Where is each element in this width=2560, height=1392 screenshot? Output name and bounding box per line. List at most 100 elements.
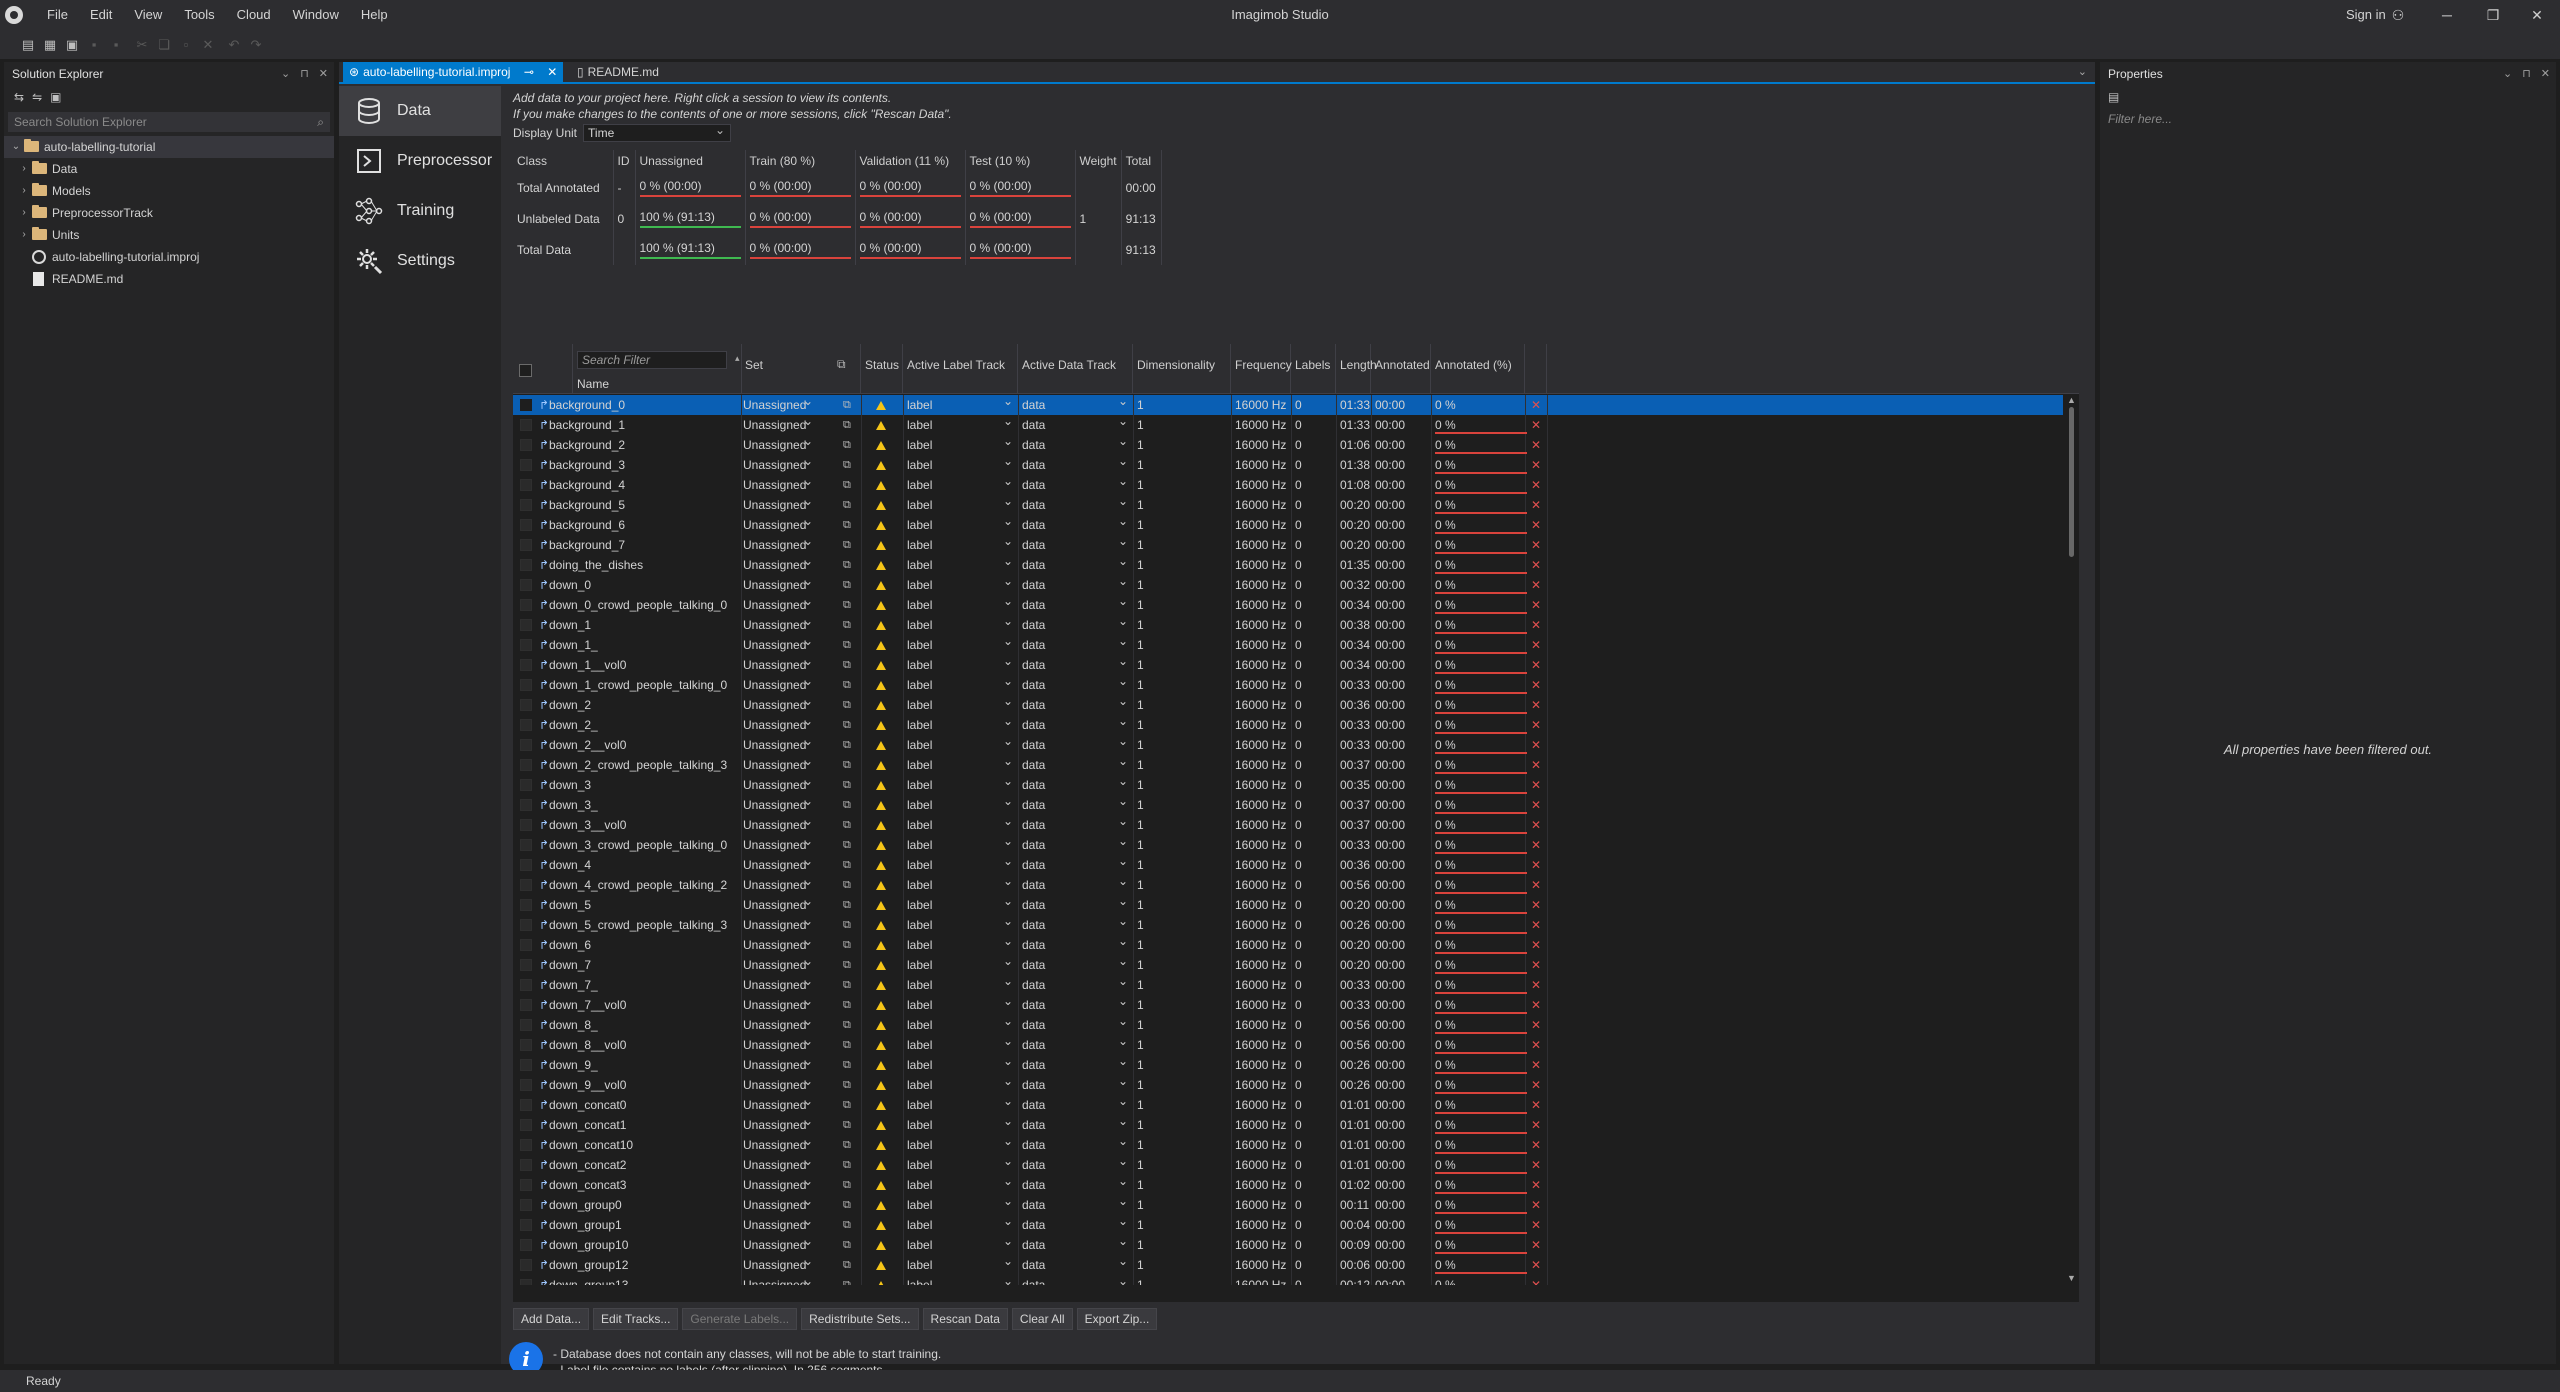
label-track-select[interactable]: label	[907, 1051, 1017, 1075]
set-select[interactable]: Unassigned	[743, 1271, 815, 1285]
remove-icon[interactable]: ✕	[1531, 955, 1541, 975]
row-checkbox[interactable]	[520, 619, 532, 631]
tab-project[interactable]: ⊛ auto-labelling-tutorial.improj ⊸ ✕	[343, 62, 564, 82]
table-row[interactable]: ↱down_group10Unassigned⧉labeldata116000 …	[513, 1231, 2063, 1255]
table-row[interactable]: ↱down_6Unassigned⧉labeldata116000 Hz000:…	[513, 931, 2063, 955]
lock-icon[interactable]: ⧉	[843, 1235, 851, 1255]
remove-icon[interactable]: ✕	[1531, 1215, 1541, 1235]
data-track-select[interactable]: data	[1022, 671, 1132, 695]
lock-icon[interactable]: ⧉	[843, 675, 851, 695]
lock-icon[interactable]: ⧉	[843, 935, 851, 955]
remove-icon[interactable]: ✕	[1531, 455, 1541, 475]
data-track-select[interactable]: data	[1022, 991, 1132, 1015]
table-row[interactable]: ↱background_2Unassigned⧉labeldata116000 …	[513, 431, 2063, 455]
table-row[interactable]: ↱background_5Unassigned⧉labeldata116000 …	[513, 491, 2063, 515]
edit-tracks-button[interactable]: Edit Tracks...	[593, 1308, 679, 1330]
header-name[interactable]: Name	[577, 377, 609, 391]
export-zip-button[interactable]: Export Zip...	[1076, 1308, 1158, 1330]
table-row[interactable]: ↱down_8_Unassigned⧉labeldata116000 Hz000…	[513, 1011, 2063, 1035]
label-track-select[interactable]: label	[907, 451, 1017, 475]
remove-icon[interactable]: ✕	[1531, 575, 1541, 595]
row-checkbox[interactable]	[520, 739, 532, 751]
menu-help[interactable]: Help	[350, 0, 399, 30]
sort-icon[interactable]: ▴	[735, 353, 740, 364]
header-annotated-pct[interactable]: Annotated (%)	[1431, 344, 1525, 394]
scrollbar-thumb[interactable]	[2069, 407, 2074, 557]
remove-icon[interactable]: ✕	[1531, 635, 1541, 655]
table-row[interactable]: ↱ down_4_crowd_people_talking_2 Unassigned…	[513, 871, 2063, 895]
lock-icon[interactable]: ⧉	[843, 1155, 851, 1175]
remove-icon[interactable]: ✕	[1531, 815, 1541, 835]
header-data-track[interactable]: Active Data Track	[1018, 344, 1133, 394]
label-track-select[interactable]: label	[907, 811, 1017, 835]
tree-item[interactable]: › Models	[4, 180, 334, 202]
row-checkbox[interactable]	[520, 759, 532, 771]
data-track-select[interactable]: data	[1022, 451, 1132, 475]
data-track-select[interactable]: data	[1022, 1171, 1132, 1195]
lock-icon[interactable]: ⧉	[843, 415, 851, 435]
generate-labels-button[interactable]: Generate Labels...	[682, 1308, 798, 1330]
table-row[interactable]: ↱down_0Unassigned⧉labeldata116000 Hz000:…	[513, 571, 2063, 595]
tab-list-dropdown-icon[interactable]: ⌄	[2078, 62, 2087, 82]
remove-icon[interactable]: ✕	[1531, 695, 1541, 715]
table-row[interactable]: ↱down_concat0Unassigned⧉labeldata116000 …	[513, 1091, 2063, 1115]
table-row[interactable]: ↱ down_0_crowd_people_talking_0 Unassigned…	[513, 591, 2063, 615]
label-track-select[interactable]: label	[907, 551, 1017, 575]
data-track-select[interactable]: data	[1022, 1011, 1132, 1035]
lock-icon[interactable]: ⧉	[843, 1115, 851, 1135]
menu-edit[interactable]: Edit	[79, 0, 123, 30]
scroll-up-icon[interactable]: ▲	[2067, 395, 2076, 405]
row-checkbox[interactable]	[520, 479, 532, 491]
redistribute-sets-button[interactable]: Redistribute Sets...	[801, 1308, 919, 1330]
label-track-select[interactable]: label	[907, 651, 1017, 675]
row-checkbox[interactable]	[520, 859, 532, 871]
row-checkbox[interactable]	[520, 559, 532, 571]
data-track-select[interactable]: data	[1022, 1151, 1132, 1175]
table-row[interactable]: ↱down_2__vol0Unassigned⧉labeldata116000 …	[513, 731, 2063, 755]
lock-icon[interactable]: ⧉	[843, 1075, 851, 1095]
lock-icon[interactable]: ⧉	[843, 835, 851, 855]
remove-icon[interactable]: ✕	[1531, 855, 1541, 875]
collapse-all-icon[interactable]: ⇋	[32, 90, 42, 104]
table-row[interactable]: ↱background_0Unassigned⧉labeldata116000 …	[513, 395, 2063, 415]
remove-icon[interactable]: ✕	[1531, 1175, 1541, 1195]
lock-icon[interactable]: ⧉	[843, 635, 851, 655]
close-panel-icon[interactable]: ✕	[319, 62, 328, 86]
property-pages-icon[interactable]: ▤	[2108, 90, 2119, 104]
lock-icon[interactable]: ⧉	[843, 855, 851, 875]
data-track-select[interactable]: data	[1022, 891, 1132, 915]
pin-icon[interactable]: ⊓	[300, 62, 309, 86]
table-row[interactable]: ↱background_1Unassigned⧉labeldata116000 …	[513, 411, 2063, 435]
header-annotated[interactable]: Annotated	[1371, 344, 1431, 394]
label-track-select[interactable]: label	[907, 1131, 1017, 1155]
lock-icon[interactable]: ⧉	[843, 715, 851, 735]
scroll-down-icon[interactable]: ▼	[2067, 1273, 2076, 1283]
row-checkbox[interactable]	[520, 719, 532, 731]
remove-icon[interactable]: ✕	[1531, 395, 1541, 415]
label-track-select[interactable]: label	[907, 891, 1017, 915]
row-checkbox[interactable]	[520, 1119, 532, 1131]
open-icon[interactable]: ▣	[64, 37, 80, 53]
remove-icon[interactable]: ✕	[1531, 615, 1541, 635]
label-track-select[interactable]: label	[907, 471, 1017, 495]
lock-icon[interactable]: ⧉	[843, 735, 851, 755]
save-icon[interactable]: ▪	[86, 37, 102, 53]
data-track-select[interactable]: data	[1022, 1031, 1132, 1055]
table-row[interactable]: ↱down_group12Unassigned⧉labeldata116000 …	[513, 1251, 2063, 1275]
row-checkbox[interactable]	[520, 399, 532, 411]
row-checkbox[interactable]	[520, 1059, 532, 1071]
remove-icon[interactable]: ✕	[1531, 595, 1541, 615]
close-tab-icon[interactable]: ✕	[547, 65, 557, 79]
maximize-button[interactable]: ❐	[2470, 0, 2516, 30]
row-checkbox[interactable]	[520, 519, 532, 531]
row-checkbox[interactable]	[520, 699, 532, 711]
remove-icon[interactable]: ✕	[1531, 835, 1541, 855]
remove-icon[interactable]: ✕	[1531, 875, 1541, 895]
row-checkbox[interactable]	[520, 899, 532, 911]
label-track-select[interactable]: label	[907, 1211, 1017, 1235]
lock-icon[interactable]: ⧉	[843, 1055, 851, 1075]
lock-icon[interactable]: ⧉	[843, 975, 851, 995]
row-checkbox[interactable]	[520, 799, 532, 811]
data-track-select[interactable]: data	[1022, 611, 1132, 635]
row-checkbox[interactable]	[520, 599, 532, 611]
